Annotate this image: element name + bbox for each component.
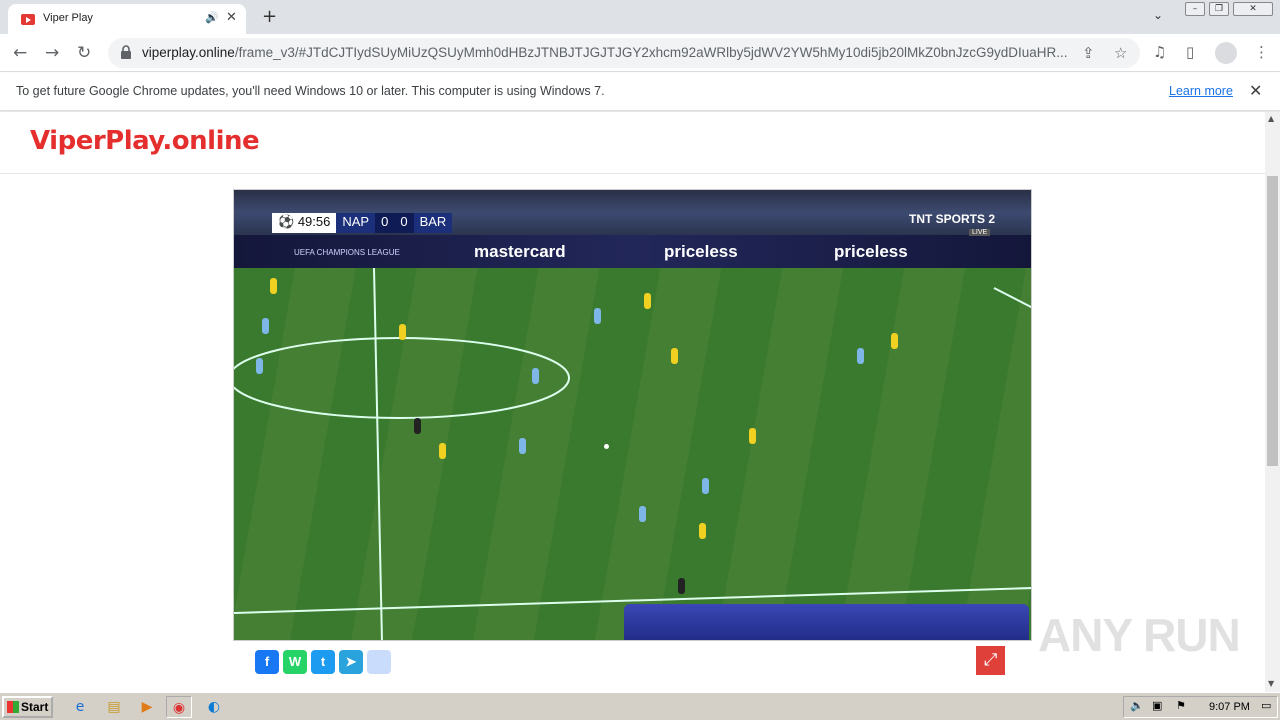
minimize-button[interactable]: – — [1185, 2, 1205, 16]
away-score: 0 — [394, 213, 414, 233]
match-clock: ⚽ 49:56 — [272, 213, 337, 233]
player-figure — [644, 293, 651, 309]
windows-logo-icon — [7, 701, 19, 713]
address-bar[interactable]: viperplay.online/frame_v3/#JTdCJTIydSUyM… — [108, 38, 1140, 68]
player-figure — [891, 333, 898, 349]
volume-icon[interactable]: 🔈 — [1130, 699, 1144, 712]
board-small-text: UEFA CHAMPIONS LEAGUE — [294, 248, 400, 257]
pitch-lines — [234, 268, 1031, 640]
page-viewport: ViperPlay.online UEFA CHAMPIONS LEAGUE m… — [0, 112, 1265, 692]
update-infobar: To get future Google Chrome updates, you… — [0, 73, 1280, 111]
tab-close-icon[interactable]: ✕ — [226, 10, 237, 25]
tab-strip: Viper Play 🔊 ✕ + ⌄ – ❐ ✕ — [0, 0, 1280, 34]
player-figure — [857, 348, 864, 364]
forward-button-icon[interactable]: → — [45, 43, 59, 63]
internet-explorer-icon[interactable]: e — [67, 696, 93, 718]
tab-search-chevron-icon[interactable]: ⌄ — [1153, 8, 1163, 22]
player-figure — [262, 318, 269, 334]
player-figure — [639, 506, 646, 522]
player-figure — [532, 368, 539, 384]
tab-audio-icon[interactable]: 🔊 — [205, 11, 219, 24]
twitter-share-icon[interactable]: t — [311, 650, 335, 674]
file-explorer-icon[interactable]: ▤ — [101, 696, 127, 718]
url-text[interactable]: viperplay.online/frame_v3/#JTdCJTIydSUyM… — [142, 45, 1076, 60]
player-figure — [519, 438, 526, 454]
player-figure — [671, 348, 678, 364]
away-team: BAR — [413, 213, 453, 233]
home-team: NAP — [336, 213, 376, 233]
anyrun-watermark: ANY RUN — [1038, 609, 1241, 661]
learn-more-link[interactable]: Learn more — [1169, 84, 1233, 98]
board-text: mastercard — [474, 242, 566, 261]
fullscreen-icon[interactable]: ⤢ — [976, 646, 1005, 675]
tab-title: Viper Play — [43, 12, 93, 24]
chrome-taskbar-icon[interactable]: ◉ — [166, 696, 192, 718]
show-desktop-icon[interactable]: ▭ — [1261, 699, 1271, 712]
player-figure — [702, 478, 709, 494]
page-scrollbar[interactable]: ▲ ▼ — [1265, 112, 1280, 692]
player-figure — [270, 278, 277, 294]
player-figure — [594, 308, 601, 324]
restore-button[interactable]: ❐ — [1209, 2, 1229, 16]
player-figure — [678, 578, 685, 594]
reload-button-icon[interactable]: ↻ — [77, 43, 91, 63]
action-center-flag-icon[interactable]: ⚑ — [1176, 699, 1186, 712]
player-figure — [256, 358, 263, 374]
player-figure — [399, 324, 406, 340]
scroll-up-icon[interactable]: ▲ — [1268, 114, 1274, 123]
whatsapp-share-icon[interactable]: W — [283, 650, 307, 674]
board-text: priceless — [834, 242, 908, 261]
telegram-share-icon[interactable]: ➤ — [339, 650, 363, 674]
window-close-button[interactable]: ✕ — [1233, 2, 1273, 16]
live-badge: LIVE — [969, 229, 991, 236]
taskbar-clock[interactable]: 9:07 PM — [1209, 701, 1250, 713]
team-bench — [624, 604, 1029, 640]
player-figure — [414, 418, 421, 434]
advertising-board: UEFA CHAMPIONS LEAGUE mastercard pricele… — [234, 235, 1031, 269]
scrollbar-thumb[interactable] — [1267, 176, 1278, 466]
viperplay-favicon-icon — [21, 14, 35, 25]
system-tray: 🔈 ▣ ⚑ ▭ — [1123, 696, 1278, 718]
channel-logo: TNT SPORTS 2 — [909, 212, 996, 226]
back-button-icon[interactable]: ← — [13, 43, 27, 63]
bookmark-star-icon[interactable]: ☆ — [1114, 44, 1127, 62]
start-label: Start — [21, 700, 49, 714]
home-score: 0 — [375, 213, 395, 233]
browser-tab[interactable]: Viper Play 🔊 ✕ — [8, 4, 246, 34]
video-player[interactable]: UEFA CHAMPIONS LEAGUE mastercard pricele… — [233, 189, 1032, 641]
scoreboard: ⚽ 49:56 NAP 0 0 BAR — [272, 213, 453, 233]
player-figure — [439, 443, 446, 459]
browser-toolbar: ← → ↻ viperplay.online/frame_v3/#JTdCJTI… — [0, 34, 1280, 72]
infobar-close-icon[interactable]: ✕ — [1249, 81, 1262, 100]
facebook-share-icon[interactable]: f — [255, 650, 279, 674]
scroll-down-icon[interactable]: ▼ — [1268, 679, 1274, 688]
profile-avatar-icon[interactable] — [1215, 42, 1237, 64]
board-text: priceless — [664, 242, 738, 261]
infobar-message: To get future Google Chrome updates, you… — [16, 84, 605, 98]
windows-taskbar: Start e ▤ ▶ ◉ ◐ 🔈 ▣ ⚑ ▭ 9:07 PM — [0, 692, 1280, 720]
player-figure — [749, 428, 756, 444]
more-share-icon[interactable] — [367, 650, 391, 674]
share-page-icon[interactable]: ⇪ — [1082, 44, 1095, 62]
site-logo[interactable]: ViperPlay.online — [30, 126, 260, 156]
share-buttons: f W t ➤ — [255, 650, 391, 674]
media-control-icon[interactable]: ♫ — [1153, 43, 1166, 61]
player-figure — [699, 523, 706, 539]
football-pitch — [234, 268, 1031, 640]
side-panel-icon[interactable]: ▯ — [1186, 43, 1194, 61]
new-tab-button[interactable]: + — [262, 6, 277, 27]
start-button[interactable]: Start — [2, 696, 53, 718]
lock-icon — [121, 45, 131, 59]
network-icon[interactable]: ▣ — [1152, 699, 1162, 712]
ball-icon — [604, 444, 609, 449]
media-player-icon[interactable]: ▶ — [134, 696, 160, 718]
menu-kebab-icon[interactable]: ⋮ — [1254, 43, 1269, 61]
edge-icon[interactable]: ◐ — [201, 696, 227, 718]
site-header: ViperPlay.online — [0, 112, 1265, 174]
